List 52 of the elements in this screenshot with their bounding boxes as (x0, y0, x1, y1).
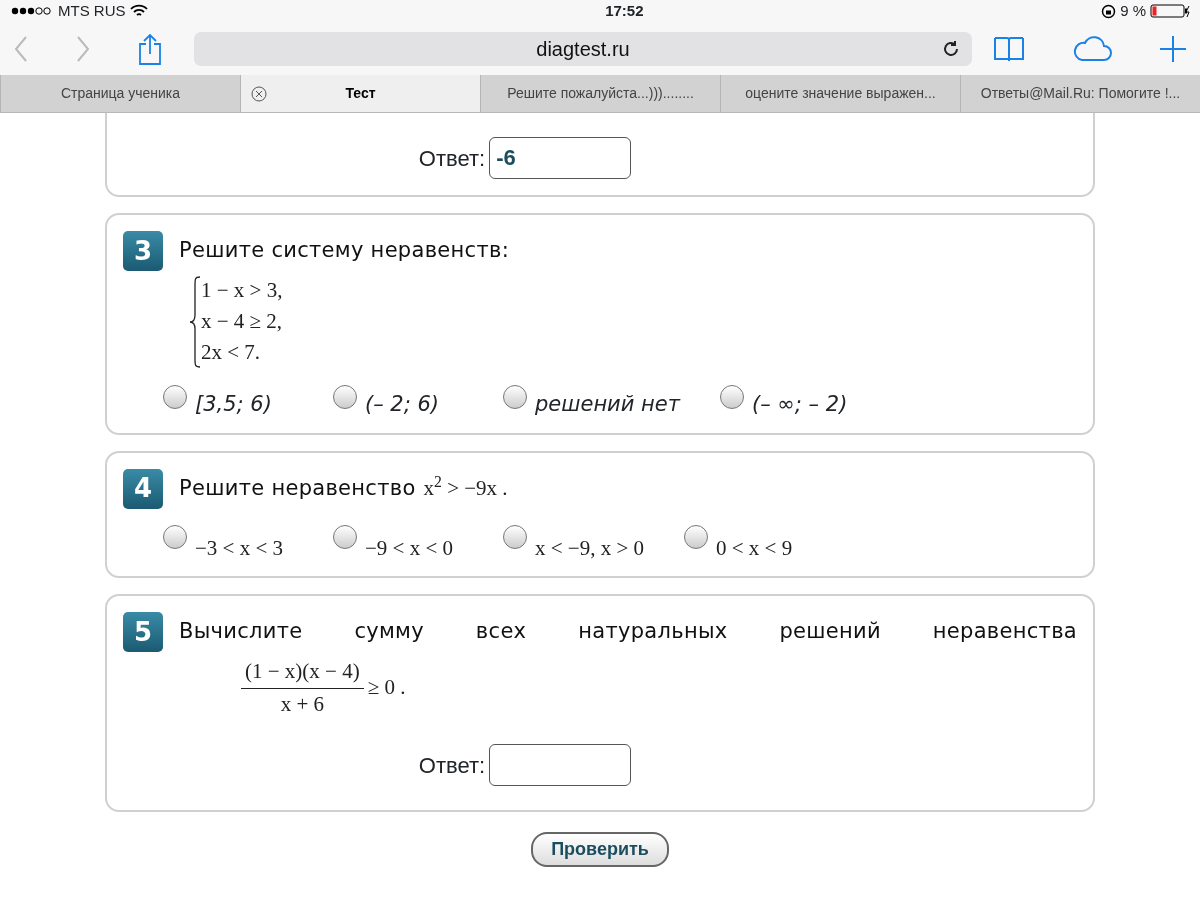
radio-button[interactable] (333, 385, 357, 409)
question-text: Вычислите сумму всех натуральных решений неравенства (179, 618, 1077, 646)
cloud-icon[interactable] (1072, 35, 1112, 62)
option-label: −9 < x < 0 (365, 534, 454, 562)
option-label: (– 2; 6) (365, 391, 440, 418)
wifi-icon (129, 4, 148, 18)
browser-tab[interactable]: Решите пожалуйста...)))........ (480, 75, 720, 112)
lock-rotation-icon (1101, 3, 1117, 19)
close-icon[interactable] (251, 86, 267, 102)
clock-time: 17:52 (604, 0, 645, 21)
option-label: решений нет (535, 391, 680, 418)
brace-icon (189, 275, 201, 369)
radio-button[interactable] (163, 524, 187, 549)
radio-button[interactable] (333, 524, 357, 549)
option-label: 0 < x < 9 (716, 534, 793, 562)
answer-label: Ответ: (418, 751, 486, 780)
battery-icon (1150, 4, 1190, 18)
check-button[interactable]: Проверить (531, 832, 669, 867)
radio-button[interactable] (684, 524, 709, 549)
option-label: x < −9, x > 0 (535, 534, 645, 562)
question-text: Решите систему неравенств: (179, 237, 511, 265)
formula-line: 2x < 7. (201, 339, 262, 366)
signal-icon (10, 5, 54, 17)
reload-icon[interactable] (942, 39, 960, 58)
question-number: 3 (123, 231, 163, 271)
radio-button[interactable] (720, 385, 744, 409)
question-text: Решите неравенство (179, 474, 416, 502)
address-bar[interactable]: diagtest.ru (194, 31, 972, 66)
fraction: (1 − x)(x − 4) x + 6 (241, 656, 364, 720)
formula-line: 1 − x > 3, (201, 277, 283, 304)
answer-field[interactable]: -6 (489, 137, 632, 179)
option-label: −3 < x < 3 (195, 534, 284, 562)
browser-tab[interactable]: Ответы@Mail.Ru: Помогите !... (960, 75, 1200, 112)
share-icon[interactable] (138, 32, 162, 65)
option-label: (– ∞; – 2) (752, 391, 848, 418)
question-number: 5 (123, 612, 163, 652)
formula-line: x − 4 ≥ 2, (201, 308, 283, 335)
answer-label: Ответ: (418, 144, 486, 173)
browser-tab[interactable]: Тест (240, 75, 480, 112)
radio-button[interactable] (163, 385, 187, 409)
question-number: 4 (123, 468, 163, 509)
carrier-name: MTS RUS (58, 0, 126, 21)
radio-button[interactable] (503, 385, 527, 409)
formula: x$^{2}$ > −9x . (423, 472, 508, 502)
browser-tab[interactable]: оцените значение выражен... (720, 75, 960, 112)
plus-icon[interactable] (1160, 35, 1186, 62)
answer-field[interactable] (489, 744, 632, 786)
battery-percent: 9 % (1120, 0, 1146, 21)
option-label: [3,5; 6) (195, 391, 272, 418)
book-icon[interactable] (994, 35, 1024, 62)
radio-button[interactable] (503, 524, 527, 549)
relation: ≥ 0 . (367, 674, 406, 702)
